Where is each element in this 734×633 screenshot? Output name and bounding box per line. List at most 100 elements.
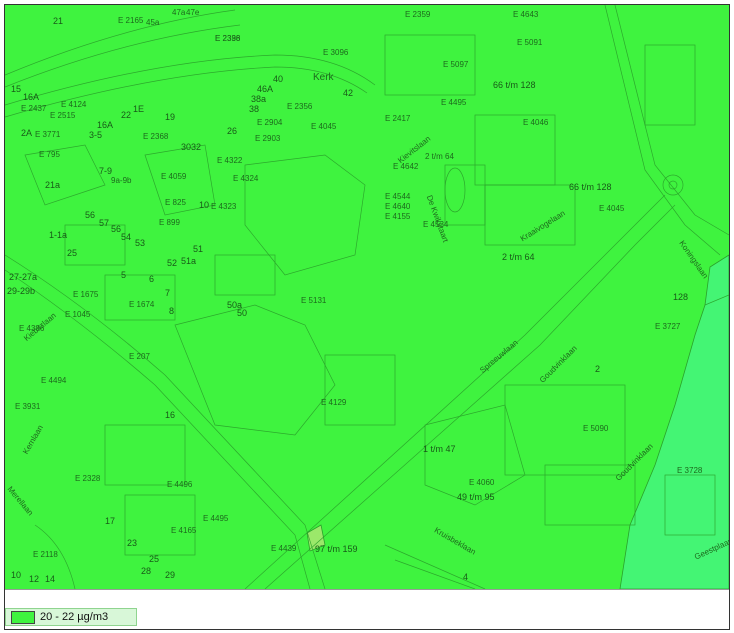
address-label: E 899 — [159, 218, 180, 227]
address-label: 3032 — [181, 142, 202, 152]
address-label: 56 — [85, 210, 96, 220]
address-label: 25 — [149, 554, 160, 564]
address-label: E 4495 — [203, 514, 229, 523]
address-label: 2 t/m 64 — [425, 152, 454, 161]
address-label: 14 — [45, 574, 56, 584]
address-label: E 4495 — [441, 98, 467, 107]
address-label: E 5097 — [443, 60, 469, 69]
address-label: E 2356 — [287, 102, 313, 111]
address-label: E 4155 — [385, 212, 411, 221]
address-label: E 1674 — [129, 300, 155, 309]
address-label: 23 — [127, 538, 138, 548]
legend-swatch — [11, 610, 35, 624]
address-label: E 2165 — [118, 16, 144, 25]
address-label: 2A — [21, 128, 33, 138]
address-label: 53 — [135, 238, 146, 248]
address-label: 51 — [193, 244, 204, 254]
address-label: 52 — [167, 258, 178, 268]
address-label: E 2118 — [33, 550, 58, 559]
address-label: 4 — [463, 572, 469, 582]
address-label: E 4642 — [393, 162, 419, 171]
address-label: 54 — [121, 232, 132, 242]
address-label: 8 — [169, 306, 175, 316]
address-label: E 2515 — [50, 111, 76, 120]
address-label: E 4045 — [599, 204, 625, 213]
address-label: 21a — [45, 180, 61, 190]
address-label: 46A — [257, 84, 274, 94]
address-label: E 4322 — [217, 156, 243, 165]
address-label: 22 — [121, 110, 132, 120]
address-label: 12 — [29, 574, 40, 584]
map-canvas[interactable]: 21 E 2165 45a 47a 47e E 2398 E 2359 E 50… — [5, 5, 729, 590]
address-label: E 5091 — [517, 38, 543, 47]
address-label: 47e — [186, 8, 200, 17]
address-label: 49 t/m 95 — [457, 492, 495, 502]
address-label: E 4323 — [211, 202, 237, 211]
address-label: 25 — [67, 248, 78, 258]
address-label: 1E — [133, 104, 145, 114]
address-label: E 4045 — [311, 122, 337, 131]
address-label: 21 — [53, 16, 64, 26]
address-label: 1-1a — [49, 230, 68, 240]
address-label: E 3931 — [15, 402, 41, 411]
address-label: 1 t/m 47 — [423, 444, 456, 454]
address-label: E 2904 — [257, 118, 283, 127]
address-label: 16 — [165, 410, 176, 420]
address-label: 66 t/m 128 — [493, 80, 536, 90]
address-label: 3-5 — [89, 130, 103, 140]
address-label: E 825 — [165, 198, 186, 207]
map-base-layer — [5, 5, 729, 589]
address-label: 9a-9b — [111, 176, 132, 185]
address-label: 29-29b — [7, 286, 36, 296]
address-label: E 4046 — [523, 118, 549, 127]
address-label: E 3728 — [677, 466, 703, 475]
address-label: E 4129 — [321, 398, 347, 407]
address-label: 6 — [149, 274, 155, 284]
address-label: E 2437 — [21, 104, 47, 113]
address-label: 40 — [273, 74, 284, 84]
address-label: 97 t/m 159 — [315, 544, 358, 554]
map-frame: 21 E 2165 45a 47a 47e E 2398 E 2359 E 50… — [4, 4, 730, 630]
address-label: 10 — [199, 200, 210, 210]
address-label: 27-27a — [9, 272, 38, 282]
address-label: E 2417 — [385, 114, 411, 123]
address-label: 17 — [105, 516, 116, 526]
address-label: 57 — [99, 218, 110, 228]
address-label: 50 — [237, 308, 248, 318]
address-label: 45a — [146, 18, 160, 27]
address-label: 7-9 — [99, 166, 113, 176]
address-label: E 4324 — [233, 174, 259, 183]
address-label: E 2359 — [405, 10, 431, 19]
address-label: 7 — [165, 288, 171, 298]
address-label: 2 t/m 64 — [502, 252, 535, 262]
address-label: 10 — [11, 570, 22, 580]
address-label: E 5131 — [301, 296, 327, 305]
address-label: E 4640 — [385, 202, 411, 211]
legend: 20 - 22 µg/m3 — [5, 608, 137, 626]
address-label: E 4060 — [469, 478, 495, 487]
address-label: 16A — [97, 120, 114, 130]
address-label: 38 — [249, 104, 260, 114]
address-label: 28 — [141, 566, 152, 576]
address-label: E 4059 — [161, 172, 187, 181]
address-label: 47a — [172, 8, 186, 17]
address-label: E 2328 — [75, 474, 101, 483]
address-label: 38a — [251, 94, 267, 104]
address-label: 56 — [111, 224, 122, 234]
address-label: E 795 — [39, 150, 60, 159]
address-label: E 5090 — [583, 424, 609, 433]
address-label: E 2903 — [255, 134, 281, 143]
address-label: E 4165 — [171, 526, 197, 535]
address-label: E 2336 — [215, 34, 241, 43]
address-label: 2 — [595, 364, 601, 374]
address-label: E 4544 — [385, 192, 411, 201]
address-label: E 3727 — [655, 322, 681, 331]
address-label: E 207 — [129, 352, 150, 361]
address-label: 19 — [165, 112, 176, 122]
address-label: 128 — [673, 292, 689, 302]
address-label: E 4439 — [271, 544, 297, 553]
address-label: 29 — [165, 570, 176, 580]
landmark-label: Kerk — [313, 72, 334, 83]
address-label: 42 — [343, 88, 354, 98]
address-label: 16A — [23, 92, 40, 102]
